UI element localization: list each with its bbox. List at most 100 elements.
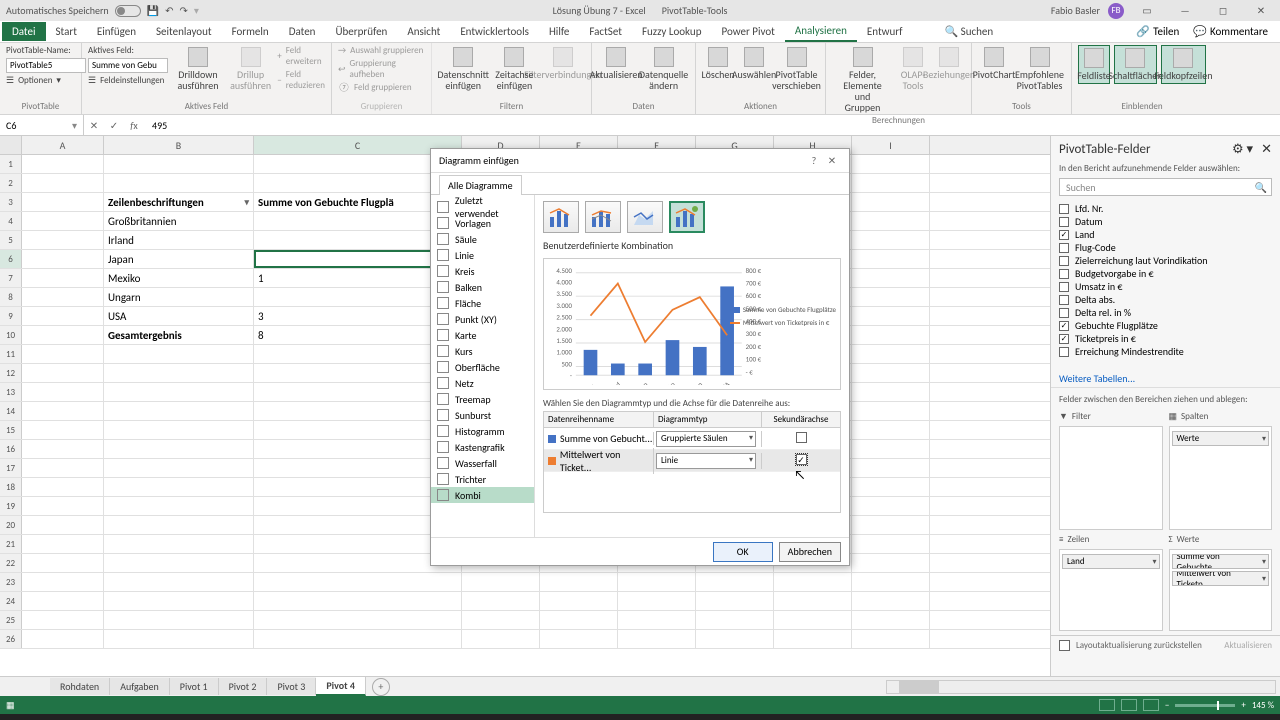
cell-B6[interactable]: Japan <box>104 250 254 268</box>
pt-name-input[interactable] <box>6 58 86 73</box>
chart-cat-linie[interactable]: Linie <box>431 247 534 263</box>
row-head-2[interactable]: 2 <box>0 174 22 192</box>
maximize-icon[interactable]: ◻ <box>1208 2 1238 20</box>
ok-button[interactable]: OK <box>713 542 773 562</box>
field-deltarelin[interactable]: Delta rel. in % <box>1059 306 1272 319</box>
tab-analysieren[interactable]: Analysieren <box>785 21 857 42</box>
ungroup[interactable]: ↩ Gruppierung aufheben <box>338 58 425 80</box>
chip-col-werte[interactable]: Werte <box>1172 431 1270 446</box>
sheet-rohdaten[interactable]: Rohdaten <box>50 678 110 695</box>
chart-cat-treemap[interactable]: Treemap <box>431 391 534 407</box>
filter-connections[interactable]: Filterverbindungen <box>540 45 585 82</box>
cell-B7[interactable]: Mexiko <box>104 269 254 287</box>
cell-B19[interactable] <box>104 497 254 515</box>
cell-B16[interactable] <box>104 440 254 458</box>
change-datasource[interactable]: Datenquelle ändern <box>638 45 689 93</box>
cell-B5[interactable]: Irland <box>104 231 254 249</box>
redo-icon[interactable]: ↷ <box>180 4 188 17</box>
headers-toggle[interactable]: Feldkopfzeilen <box>1161 45 1206 84</box>
field-gebuchteflugpltze[interactable]: Gebuchte Flugplätze <box>1059 319 1272 332</box>
cell-B17[interactable] <box>104 459 254 477</box>
row-head-18[interactable]: 18 <box>0 478 22 496</box>
row-head-20[interactable]: 20 <box>0 516 22 534</box>
row-head-21[interactable]: 21 <box>0 535 22 553</box>
chart-cat-netz[interactable]: Netz <box>431 375 534 391</box>
field-deltaabs[interactable]: Delta abs. <box>1059 293 1272 306</box>
series-0-secondary-checkbox[interactable] <box>796 432 807 443</box>
chart-cat-oberflche[interactable]: Oberfläche <box>431 359 534 375</box>
subtype-2[interactable] <box>627 201 663 233</box>
tab-ansicht[interactable]: Ansicht <box>397 22 450 41</box>
row-head-19[interactable]: 19 <box>0 497 22 515</box>
area-filter[interactable] <box>1059 426 1163 530</box>
tab-formeln[interactable]: Formeln <box>222 22 279 41</box>
sheet-pivot3[interactable]: Pivot 3 <box>267 678 316 695</box>
chip-val-1[interactable]: Mittelwert von Ticketp... <box>1172 571 1270 586</box>
field-ticketpreisin[interactable]: Ticketpreis in € <box>1059 332 1272 345</box>
row-head-1[interactable]: 1 <box>0 155 22 173</box>
chart-cat-sule[interactable]: Säule <box>431 231 534 247</box>
row-head-15[interactable]: 15 <box>0 421 22 439</box>
field-budgetvorgabein[interactable]: Budgetvorgabe in € <box>1059 267 1272 280</box>
row-head-5[interactable]: 5 <box>0 231 22 249</box>
chart-cat-kombi[interactable]: Kombi <box>431 487 534 503</box>
defer-checkbox[interactable] <box>1059 640 1070 651</box>
cancel-formula-icon[interactable]: ✕ <box>84 119 104 132</box>
row-head-11[interactable]: 11 <box>0 345 22 363</box>
chip-val-0[interactable]: Summe von Gebuchte... <box>1172 554 1270 569</box>
tab-powerpivot[interactable]: Power Pivot <box>711 22 784 41</box>
cell-B24[interactable] <box>104 592 254 610</box>
row-head-14[interactable]: 14 <box>0 402 22 420</box>
minimize-icon[interactable]: — <box>1170 2 1200 20</box>
chart-cat-sunburst[interactable]: Sunburst <box>431 407 534 423</box>
view-layout-icon[interactable] <box>1121 699 1137 711</box>
formula-value[interactable]: 495 <box>144 119 167 132</box>
autosave-toggle[interactable] <box>115 5 141 17</box>
tab-entwicklertools[interactable]: Entwicklertools <box>450 22 539 41</box>
chart-cat-punktxy[interactable]: Punkt (XY) <box>431 311 534 327</box>
fieldlist-button[interactable]: Feldliste <box>1078 45 1110 84</box>
chart-cat-kreis[interactable]: Kreis <box>431 263 534 279</box>
row-head-13[interactable]: 13 <box>0 383 22 401</box>
chart-cat-karte[interactable]: Karte <box>431 327 534 343</box>
insert-slicer[interactable]: Datenschnitt einfügen <box>438 45 488 93</box>
row-head-6[interactable]: 6 <box>0 250 22 268</box>
area-rows[interactable]: Land <box>1059 549 1163 631</box>
row-head-24[interactable]: 24 <box>0 592 22 610</box>
sheet-aufgaben[interactable]: Aufgaben <box>110 678 170 695</box>
sheet-pivot4[interactable]: Pivot 4 <box>316 677 366 696</box>
zoom-in-icon[interactable]: + <box>1241 700 1245 711</box>
row-head-4[interactable]: 4 <box>0 212 22 230</box>
cell-B25[interactable] <box>104 611 254 629</box>
comments-button[interactable]: 💬 Kommentare <box>1187 23 1274 40</box>
tab-entwurf[interactable]: Entwurf <box>857 22 913 41</box>
row-head-3[interactable]: 3 <box>0 193 22 211</box>
area-columns[interactable]: Werte <box>1169 426 1273 530</box>
view-pagebreak-icon[interactable] <box>1143 699 1159 711</box>
cell-B20[interactable] <box>104 516 254 534</box>
cell-C24[interactable] <box>254 592 462 610</box>
dialog-tab-all[interactable]: Alle Diagramme <box>439 175 522 195</box>
cancel-button[interactable]: Abbrechen <box>779 542 841 562</box>
avatar[interactable]: FB <box>1108 3 1124 19</box>
chart-cat-kastengrafik[interactable]: Kastengrafik <box>431 439 534 455</box>
cell-B18[interactable] <box>104 478 254 496</box>
field-land[interactable]: Land <box>1059 228 1272 241</box>
subtype-0[interactable] <box>543 201 579 233</box>
clear-button[interactable]: Löschen <box>702 45 734 82</box>
field-lfdnr[interactable]: Lfd. Nr. <box>1059 202 1272 215</box>
chart-cat-wasserfall[interactable]: Wasserfall <box>431 455 534 471</box>
cell-B11[interactable] <box>104 345 254 363</box>
row-head-12[interactable]: 12 <box>0 364 22 382</box>
cell-B14[interactable] <box>104 402 254 420</box>
chip-row-land[interactable]: Land <box>1062 554 1160 569</box>
zoom-value[interactable]: 145 % <box>1252 700 1274 711</box>
field-flugcode[interactable]: Flug-Code <box>1059 241 1272 254</box>
tab-einfuegen[interactable]: Einfügen <box>87 22 146 41</box>
ribbon-display-icon[interactable]: ▭ <box>1132 2 1162 20</box>
fx-icon[interactable]: fx <box>124 119 144 132</box>
cell-B15[interactable] <box>104 421 254 439</box>
enter-formula-icon[interactable]: ✓ <box>104 119 124 132</box>
undo-icon[interactable]: ↶ <box>165 4 173 17</box>
tab-seitenlayout[interactable]: Seitenlayout <box>146 22 222 41</box>
